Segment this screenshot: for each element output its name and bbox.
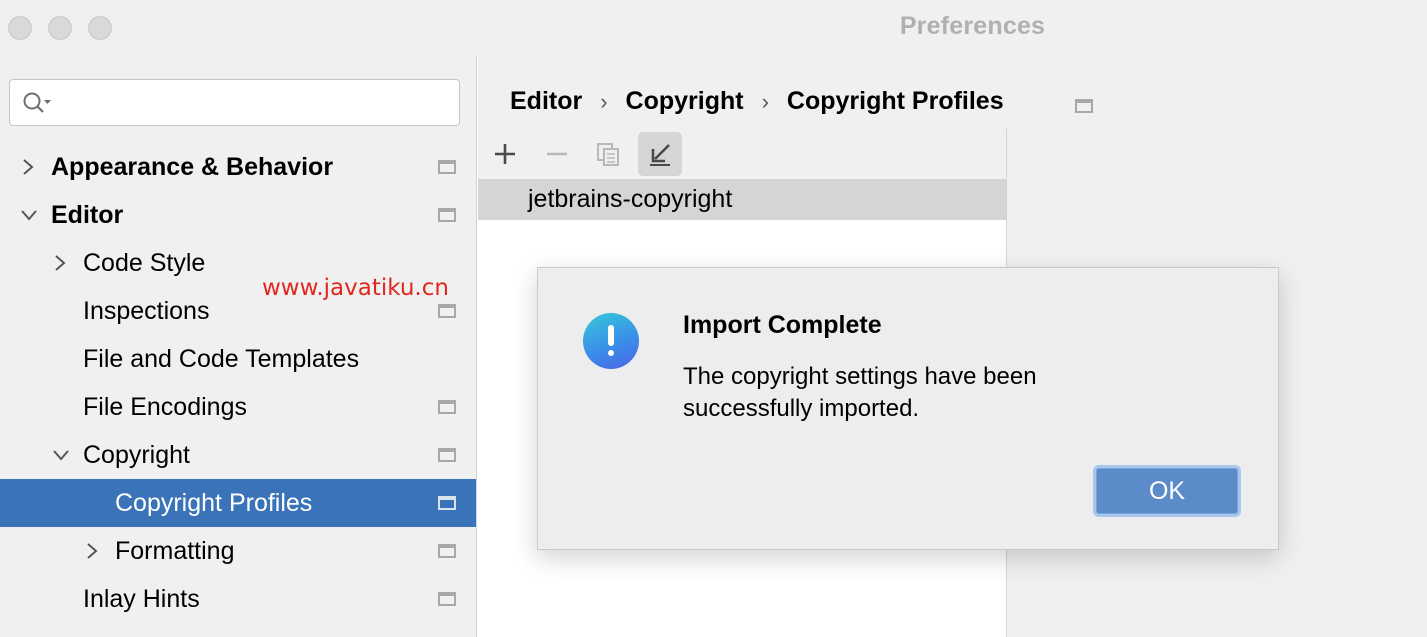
sidebar-item-label: File and Code Templates (83, 345, 360, 373)
sidebar-item-editor[interactable]: Editor (0, 191, 476, 239)
sidebar-item-file-encodings[interactable]: File Encodings (0, 383, 476, 431)
remove-profile-button[interactable] (535, 132, 579, 176)
sidebar-item-appearance-behavior[interactable]: Appearance & Behavior (0, 143, 476, 191)
add-profile-button[interactable] (483, 132, 527, 176)
import-complete-dialog: Import Complete The copyright settings h… (537, 267, 1279, 550)
sidebar-item-copyright[interactable]: Copyright (0, 431, 476, 479)
project-level-icon (438, 544, 456, 558)
project-level-icon (438, 448, 456, 462)
project-level-icon (438, 400, 456, 414)
profiles-toolbar (478, 129, 1006, 179)
breadcrumb-separator: › (600, 89, 608, 114)
project-level-icon (438, 160, 456, 174)
sidebar-item-formatting[interactable]: Formatting (0, 527, 476, 575)
info-exclamation-icon (583, 313, 639, 369)
plus-icon (495, 144, 515, 164)
ok-button[interactable]: OK (1093, 465, 1241, 517)
project-level-icon (438, 592, 456, 606)
list-item[interactable]: jetbrains-copyright (478, 179, 1006, 220)
project-level-icon (438, 208, 456, 222)
breadcrumb-item: Copyright Profiles (786, 87, 1004, 115)
breadcrumb: Editor › Copyright › Copyright Profiles (510, 87, 1004, 116)
chevron-down-icon[interactable] (51, 445, 71, 465)
window-title: Preferences (899, 12, 1046, 40)
sidebar-item-inlay-hints[interactable]: Inlay Hints (0, 575, 476, 623)
title-bar: Preferences (0, 0, 1427, 57)
sidebar-item-label: Inspections (83, 297, 210, 325)
search-icon (23, 92, 51, 113)
chevron-right-icon[interactable] (82, 541, 102, 561)
breadcrumb-item[interactable]: Copyright (626, 87, 744, 116)
sidebar-item-label: Inlay Hints (83, 585, 200, 613)
copy-profile-button[interactable] (586, 132, 630, 176)
copy-icon (597, 143, 619, 166)
project-level-icon (438, 304, 456, 318)
sidebar-item-label: Formatting (115, 537, 235, 565)
project-level-icon (438, 496, 456, 510)
chevron-down-icon[interactable] (19, 205, 39, 225)
project-level-icon (1075, 99, 1093, 113)
settings-sidebar: Appearance & Behavior Editor Code Style … (0, 57, 477, 637)
sidebar-item-copyright-profiles[interactable]: Copyright Profiles (0, 479, 476, 527)
dialog-message: The copyright settings have been success… (683, 363, 1037, 422)
chevron-right-icon[interactable] (18, 157, 38, 177)
import-profile-button[interactable] (638, 132, 682, 176)
import-icon (650, 144, 670, 166)
sidebar-item-label: File Encodings (83, 393, 247, 421)
chevron-right-icon[interactable] (50, 253, 70, 273)
dialog-title: Import Complete (683, 311, 882, 339)
sidebar-item-label: Appearance & Behavior (51, 153, 334, 181)
search-input[interactable] (9, 79, 460, 126)
sidebar-item-label: Copyright Profiles (115, 489, 313, 517)
minus-icon (547, 152, 567, 156)
sidebar-item-label: Copyright (83, 441, 190, 469)
breadcrumb-item[interactable]: Editor (510, 87, 582, 116)
breadcrumb-separator: › (761, 89, 769, 114)
watermark: www.javatiku.cn (262, 275, 449, 301)
sidebar-item-file-code-templates[interactable]: File and Code Templates (0, 335, 476, 383)
sidebar-item-label: Code Style (83, 249, 206, 277)
sidebar-item-label: Editor (51, 201, 124, 229)
